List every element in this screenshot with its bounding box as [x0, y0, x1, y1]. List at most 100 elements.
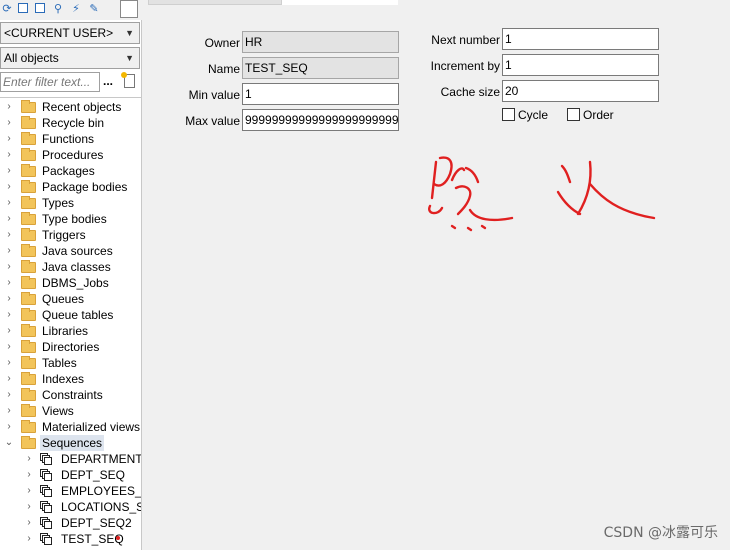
- tree-folder-indexes[interactable]: › Indexes: [0, 371, 142, 387]
- chevron-right-icon[interactable]: ›: [4, 211, 14, 227]
- chevron-right-icon[interactable]: ›: [4, 355, 14, 371]
- tree-folder-type-bodies[interactable]: › Type bodies: [0, 211, 142, 227]
- chevron-right-icon[interactable]: ›: [4, 339, 14, 355]
- chevron-right-icon[interactable]: ›: [4, 371, 14, 387]
- chevron-right-icon[interactable]: ›: [4, 99, 14, 115]
- user-combo[interactable]: <CURRENT USER> ▼: [0, 22, 140, 44]
- object-browser-panel: ⟳ ⚲ ⚡ ✎ <CURRENT USER> ▼ All objects ▼ .…: [0, 0, 142, 550]
- tree-folder-recycle-bin[interactable]: › Recycle bin: [0, 115, 142, 131]
- chevron-right-icon[interactable]: ›: [4, 227, 14, 243]
- tree-folder-libraries[interactable]: › Libraries: [0, 323, 142, 339]
- toolbar-blank-button[interactable]: [120, 0, 138, 18]
- chevron-right-icon[interactable]: ›: [4, 195, 14, 211]
- tree-folder-java-classes[interactable]: › Java classes: [0, 259, 142, 275]
- tree-folder-views[interactable]: › Views: [0, 403, 142, 419]
- tab-other[interactable]: [148, 0, 282, 5]
- tree-item-label: DEPARTMENTS_: [61, 452, 141, 466]
- chevron-right-icon[interactable]: ›: [4, 163, 14, 179]
- max-value-field[interactable]: 9999999999999999999999999999: [242, 109, 399, 131]
- tree-item-label: Sequences: [40, 435, 105, 451]
- tab-active[interactable]: [282, 0, 398, 5]
- tree-folder-constraints[interactable]: › Constraints: [0, 387, 142, 403]
- chevron-right-icon[interactable]: ›: [4, 403, 14, 419]
- chevron-down-icon[interactable]: ⌄: [4, 435, 14, 451]
- chevron-right-icon[interactable]: ›: [4, 259, 14, 275]
- min-value-field[interactable]: 1: [242, 83, 399, 105]
- name-field[interactable]: TEST_SEQ: [242, 57, 399, 79]
- tree-item-label: Constraints: [42, 388, 103, 402]
- tab-strip: [142, 0, 730, 5]
- tree-folder-triggers[interactable]: › Triggers: [0, 227, 142, 243]
- tree-sequence-test-seq[interactable]: › TEST_SEQ: [0, 531, 142, 547]
- chevron-right-icon[interactable]: ›: [24, 467, 34, 483]
- chevron-right-icon[interactable]: ›: [4, 323, 14, 339]
- tree-sequence-employees-seq[interactable]: › EMPLOYEES_SEQ: [0, 483, 142, 499]
- tree-folder-functions[interactable]: › Functions: [0, 131, 142, 147]
- tree-item-label: Views: [42, 404, 74, 418]
- tree-item-label: Java sources: [42, 244, 113, 258]
- filter-input[interactable]: [0, 72, 100, 92]
- chevron-right-icon[interactable]: ›: [24, 451, 34, 467]
- cycle-checkbox[interactable]: [502, 108, 515, 121]
- chevron-right-icon[interactable]: ›: [4, 115, 14, 131]
- chevron-right-icon[interactable]: ›: [4, 419, 14, 435]
- collapse-all-icon[interactable]: [35, 3, 45, 13]
- tree-folder-queue-tables[interactable]: › Queue tables: [0, 307, 142, 323]
- watermark: CSDN @冰露可乐: [603, 525, 718, 541]
- expand-all-icon[interactable]: [18, 3, 28, 13]
- tree-sequence-locations-seq[interactable]: › LOCATIONS_SEQ: [0, 499, 142, 515]
- tree-item-label: DEPT_SEQ2: [61, 516, 132, 530]
- refresh-icon[interactable]: ⟳: [1, 3, 13, 15]
- tree-folder-procedures[interactable]: › Procedures: [0, 147, 142, 163]
- chevron-right-icon[interactable]: ›: [24, 499, 34, 515]
- chevron-right-icon[interactable]: ›: [4, 387, 14, 403]
- scope-combo-value: All objects: [4, 51, 59, 65]
- sequence-icon: [40, 453, 54, 466]
- new-filter-icon[interactable]: [121, 72, 135, 88]
- wrench-icon[interactable]: ✎: [88, 3, 100, 15]
- tree-folder-directories[interactable]: › Directories: [0, 339, 142, 355]
- tree-folder-recent-objects[interactable]: › Recent objects: [0, 99, 142, 115]
- chevron-right-icon[interactable]: ›: [4, 179, 14, 195]
- filter-icon[interactable]: ⚡: [70, 3, 82, 15]
- tree-folder-queues[interactable]: › Queues: [0, 291, 142, 307]
- binoculars-icon[interactable]: ⚲: [52, 3, 64, 15]
- folder-icon: [21, 244, 36, 257]
- tree-sequence-departments-[interactable]: › DEPARTMENTS_: [0, 451, 142, 467]
- chevron-right-icon[interactable]: ›: [24, 515, 34, 531]
- increment-by-field[interactable]: 1: [502, 54, 659, 76]
- folder-icon: [21, 132, 36, 145]
- folder-icon: [21, 308, 36, 321]
- owner-field[interactable]: HR: [242, 31, 399, 53]
- folder-icon: [21, 292, 36, 305]
- chevron-right-icon[interactable]: ›: [4, 291, 14, 307]
- tree-folder-sequences[interactable]: ⌄ Sequences: [0, 435, 142, 451]
- filter-options-button[interactable]: ...: [103, 74, 113, 88]
- chevron-right-icon[interactable]: ›: [4, 131, 14, 147]
- chevron-right-icon[interactable]: ›: [4, 275, 14, 291]
- chevron-right-icon[interactable]: ›: [4, 307, 14, 323]
- tree-sequence-dept-seq2[interactable]: › DEPT_SEQ2: [0, 515, 142, 531]
- folder-icon: [21, 340, 36, 353]
- folder-icon: [21, 404, 36, 417]
- object-browser-toolbar: ⟳ ⚲ ⚡ ✎: [0, 0, 142, 20]
- tree-folder-tables[interactable]: › Tables: [0, 355, 142, 371]
- chevron-right-icon[interactable]: ›: [4, 147, 14, 163]
- chevron-right-icon[interactable]: ›: [24, 531, 34, 547]
- next-number-field[interactable]: 1: [502, 28, 659, 50]
- cache-size-field[interactable]: 20: [502, 80, 659, 102]
- tree-folder-packages[interactable]: › Packages: [0, 163, 142, 179]
- tree-item-label: Queues: [42, 292, 85, 306]
- chevron-right-icon[interactable]: ›: [4, 243, 14, 259]
- tree-sequence-dept-seq[interactable]: › DEPT_SEQ: [0, 467, 142, 483]
- order-checkbox[interactable]: [567, 108, 580, 121]
- chevron-right-icon[interactable]: ›: [24, 483, 34, 499]
- tree-folder-types[interactable]: › Types: [0, 195, 142, 211]
- name-label: Name: [207, 62, 240, 76]
- tree-folder-dbms-jobs[interactable]: › DBMS_Jobs: [0, 275, 142, 291]
- scope-combo[interactable]: All objects ▼: [0, 47, 140, 69]
- tree-folder-java-sources[interactable]: › Java sources: [0, 243, 142, 259]
- tree-folder-package-bodies[interactable]: › Package bodies: [0, 179, 142, 195]
- chevron-down-icon: ▼: [125, 28, 134, 38]
- tree-folder-materialized-views[interactable]: › Materialized views: [0, 419, 142, 435]
